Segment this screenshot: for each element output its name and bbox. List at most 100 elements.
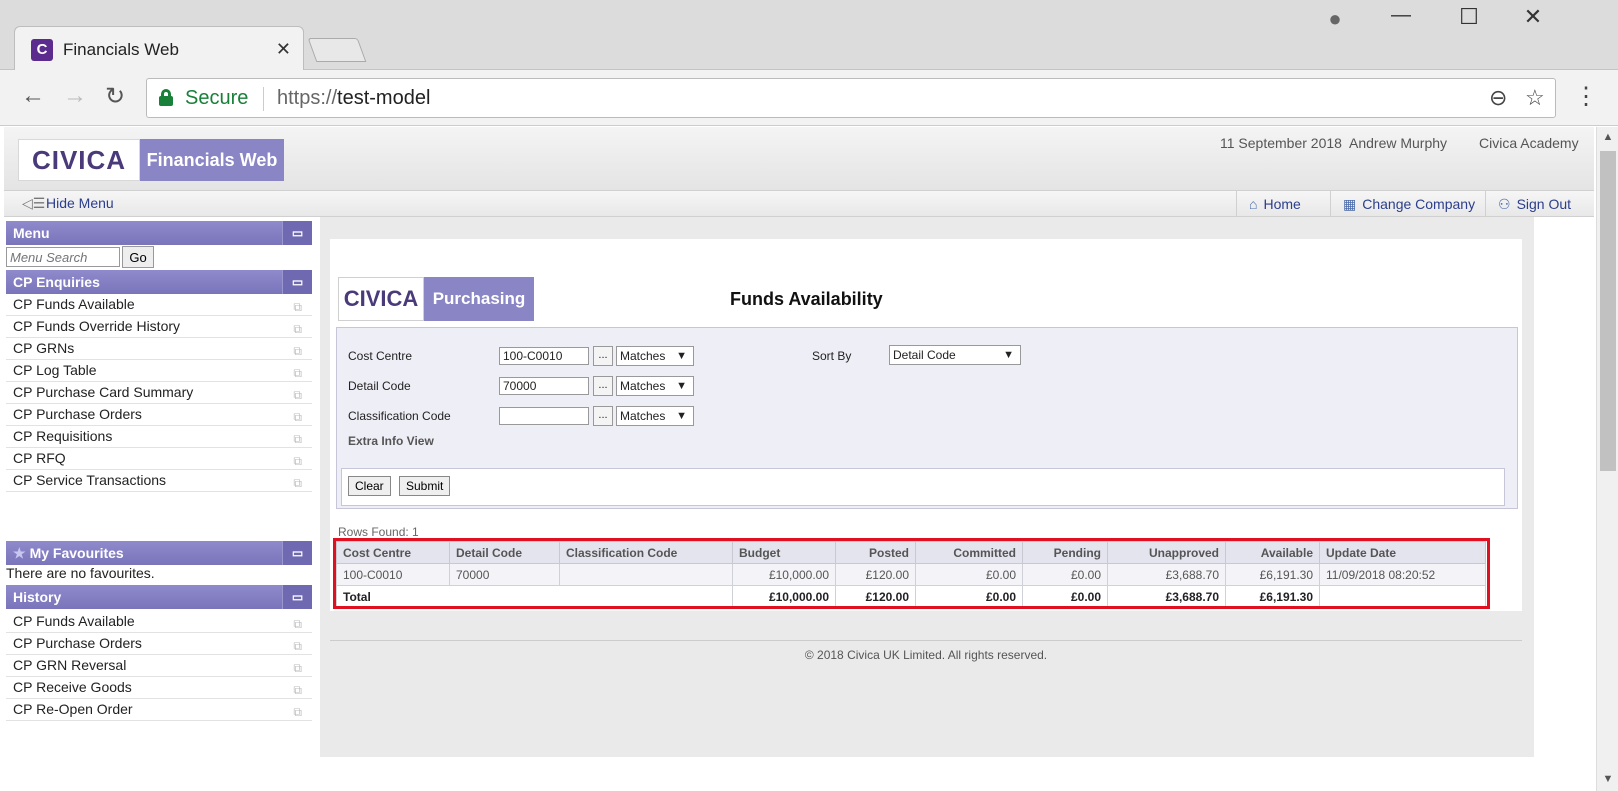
total-update-date	[1319, 585, 1486, 608]
extra-info-view-link[interactable]: Extra Info View	[348, 434, 434, 448]
table-header-row: Cost Centre Detail Code Classification C…	[336, 541, 1486, 564]
col-header-available[interactable]: Available	[1225, 541, 1320, 564]
purchasing-logo: CIVICA	[338, 277, 424, 321]
scroll-down-icon[interactable]: ▼	[1597, 773, 1618, 785]
home-link[interactable]: ⌂ Home	[1236, 191, 1301, 217]
sidebar-item-purchase-card-summary[interactable]: CP Purchase Card Summary ⧉	[6, 382, 312, 404]
url-text[interactable]: https://test-model	[277, 87, 430, 110]
col-header-budget[interactable]: Budget	[732, 541, 836, 564]
open-external-icon[interactable]: ⧉	[293, 363, 302, 384]
panel-export-icon[interactable]: ▭	[282, 270, 312, 294]
history-item-grn-reversal[interactable]: CP GRN Reversal ⧉	[6, 655, 312, 677]
menu-panel-title: Menu	[13, 225, 50, 241]
detail-code-match-select[interactable]: Matches ▼	[616, 376, 694, 396]
account-icon[interactable]: ●	[1318, 6, 1352, 32]
page-title: Funds Availability	[730, 289, 883, 309]
sidebar-item-log-table[interactable]: CP Log Table ⧉	[6, 360, 312, 382]
history-panel-header: History ▭	[6, 585, 312, 609]
menu-search-go-button[interactable]: Go	[122, 246, 154, 268]
menu-search-input[interactable]	[6, 247, 120, 267]
sidebar-item-funds-override-history[interactable]: CP Funds Override History ⧉	[6, 316, 312, 338]
sort-by-select[interactable]: Detail Code ▼	[889, 345, 1021, 365]
scroll-thumb[interactable]	[1600, 151, 1616, 471]
col-header-update-date[interactable]: Update Date	[1319, 541, 1486, 564]
col-header-posted[interactable]: Posted	[835, 541, 916, 564]
bookmark-star-icon[interactable]: ☆	[1525, 85, 1545, 111]
open-external-icon[interactable]: ⧉	[293, 341, 302, 362]
sidebar-item-funds-available[interactable]: CP Funds Available ⧉	[6, 294, 312, 316]
panel-toggle-icon[interactable]: ▭	[282, 221, 312, 245]
open-external-icon[interactable]: ⧉	[293, 451, 302, 472]
history-panel-title: History	[13, 589, 62, 605]
history-item-label: CP Purchase Orders	[13, 635, 142, 651]
total-available: £6,191.30	[1225, 585, 1320, 608]
open-external-icon[interactable]: ⧉	[293, 680, 302, 701]
url-host: test-model	[337, 87, 431, 109]
open-external-icon[interactable]: ⧉	[293, 297, 302, 318]
table-total-row: Total £10,000.00 £120.00 £0.00 £0.00 £3,…	[336, 585, 1486, 608]
col-header-pending[interactable]: Pending	[1022, 541, 1108, 564]
window-close-icon[interactable]: ✕	[1516, 4, 1550, 30]
zoom-icon[interactable]: ⊖	[1489, 85, 1507, 111]
table-row[interactable]: 100-C0010 70000 £10,000.00 £120.00 £0.00…	[336, 563, 1486, 586]
lock-icon	[159, 89, 173, 106]
page-scrollbar[interactable]: ▲ ▼	[1596, 127, 1618, 791]
hide-menu-button[interactable]: ◁☰Hide Menu	[22, 195, 114, 212]
reload-icon[interactable]: ↻	[100, 82, 130, 111]
forward-icon[interactable]: →	[60, 82, 90, 110]
detail-code-lookup-button[interactable]: ...	[593, 376, 613, 396]
col-header-detail-code[interactable]: Detail Code	[449, 541, 560, 564]
sign-out-icon: ⚇	[1498, 196, 1511, 212]
cell-committed: £0.00	[915, 563, 1023, 586]
sidebar-item-service-transactions[interactable]: CP Service Transactions ⧉	[6, 470, 312, 492]
open-external-icon[interactable]: ⧉	[293, 702, 302, 723]
sidebar-item-label: CP GRNs	[13, 340, 75, 356]
copyright-text: © 2018 Civica UK Limited. All rights res…	[804, 648, 1048, 662]
clear-button[interactable]: Clear	[348, 476, 391, 496]
history-item-receive-goods[interactable]: CP Receive Goods ⧉	[6, 677, 312, 699]
sidebar-item-requisitions[interactable]: CP Requisitions ⧉	[6, 426, 312, 448]
scroll-up-icon[interactable]: ▲	[1597, 131, 1618, 143]
panel-toggle-icon[interactable]: ▭	[282, 541, 312, 565]
col-header-committed[interactable]: Committed	[915, 541, 1023, 564]
col-header-cost-centre[interactable]: Cost Centre	[336, 541, 450, 564]
maximize-icon[interactable]: ☐	[1452, 4, 1486, 30]
panel-toggle-icon[interactable]: ▭	[282, 585, 312, 609]
classification-code-input[interactable]	[499, 407, 589, 425]
cost-centre-input[interactable]: 100-C0010	[499, 347, 589, 365]
tab-close-icon[interactable]: ✕	[276, 39, 291, 60]
url-bar[interactable]: Secure https://test-model ⊖ ☆	[146, 78, 1556, 118]
minimize-icon[interactable]: —	[1384, 4, 1418, 27]
sign-out-link[interactable]: ⚇ Sign Out	[1485, 191, 1571, 217]
open-external-icon[interactable]: ⧉	[293, 407, 302, 428]
classification-code-lookup-button[interactable]: ...	[593, 406, 613, 426]
cost-centre-match-select[interactable]: Matches ▼	[616, 346, 694, 366]
sidebar-item-grns[interactable]: CP GRNs ⧉	[6, 338, 312, 360]
sidebar-item-rfq[interactable]: CP RFQ ⧉	[6, 448, 312, 470]
total-unapproved: £3,688.70	[1107, 585, 1226, 608]
new-tab-button[interactable]	[307, 38, 367, 62]
open-external-icon[interactable]: ⧉	[293, 385, 302, 406]
change-company-link[interactable]: ▦ Change Company	[1330, 191, 1475, 217]
total-committed: £0.00	[915, 585, 1023, 608]
cell-detail-code: 70000	[449, 563, 560, 586]
open-external-icon[interactable]: ⧉	[293, 614, 302, 635]
favourites-panel-header: ★ My Favourites ▭	[6, 541, 312, 565]
browser-tab[interactable]: C Financials Web ✕	[14, 26, 304, 72]
open-external-icon[interactable]: ⧉	[293, 473, 302, 494]
cost-centre-lookup-button[interactable]: ...	[593, 346, 613, 366]
history-item-reopen-order[interactable]: CP Re-Open Order ⧉	[6, 699, 312, 721]
sidebar-item-purchase-orders[interactable]: CP Purchase Orders ⧉	[6, 404, 312, 426]
back-icon[interactable]: ←	[18, 82, 48, 110]
browser-menu-icon[interactable]: ⋮	[1574, 82, 1598, 111]
history-item-funds-available[interactable]: CP Funds Available ⧉	[6, 611, 312, 633]
open-external-icon[interactable]: ⧉	[293, 319, 302, 340]
detail-code-input[interactable]: 70000	[499, 377, 589, 395]
col-header-classification-code[interactable]: Classification Code	[559, 541, 733, 564]
history-item-purchase-orders[interactable]: CP Purchase Orders ⧉	[6, 633, 312, 655]
submit-button[interactable]: Submit	[399, 476, 451, 496]
classification-code-match-select[interactable]: Matches ▼	[616, 406, 694, 426]
col-header-unapproved[interactable]: Unapproved	[1107, 541, 1226, 564]
open-external-icon[interactable]: ⧉	[293, 429, 302, 450]
classification-code-match-value: Matches	[620, 409, 666, 423]
